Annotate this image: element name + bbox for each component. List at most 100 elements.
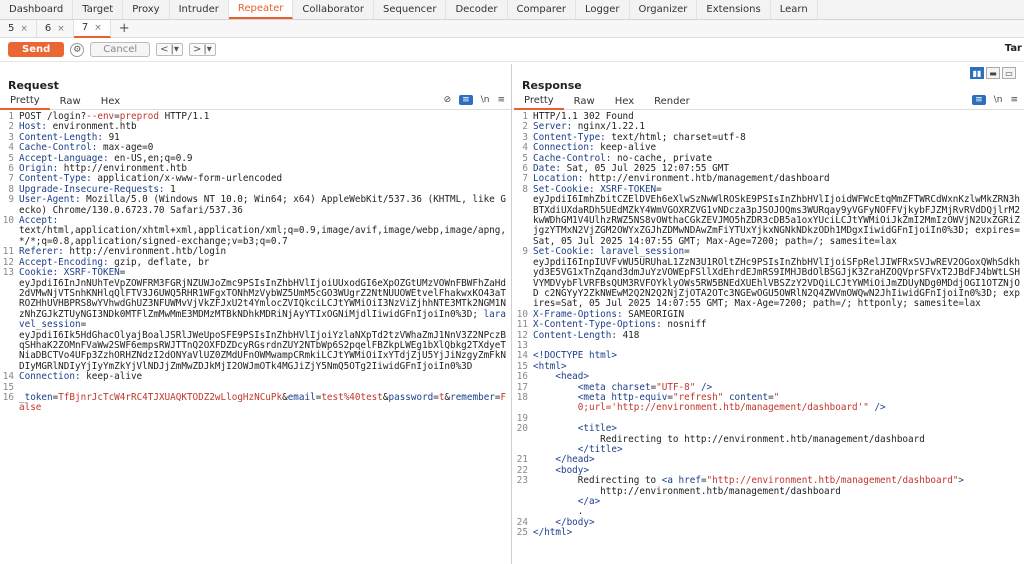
tab-collaborator[interactable]: Collaborator <box>293 0 374 19</box>
response-editor[interactable]: 1 HTTP/1.1 302 Found 2 Server: nginx/1.22.1… <box>514 111 1024 539</box>
code-token: "refresh" <box>672 391 724 403</box>
repeater-tab-label: 6 <box>44 23 52 34</box>
layout-toggle: ▮▮ ▬ ▭ <box>970 67 1016 79</box>
code-token: no-cache, private <box>611 152 713 164</box>
code-token: Cache-Control: <box>533 152 612 164</box>
line-number: 11 <box>516 319 528 331</box>
code-line: 20 <title> Redirecting to http://environ… <box>514 423 1024 455</box>
code-token: "http://environment.htb/management/dashb… <box>706 475 959 487</box>
tab-sequencer[interactable]: Sequencer <box>374 0 447 19</box>
target-label[interactable]: Tar <box>1005 43 1022 54</box>
tab-decoder[interactable]: Decoder <box>446 0 508 19</box>
tab-pretty[interactable]: Pretty <box>514 94 564 110</box>
line-text: <meta http-equiv="refresh" content=" 0;u… <box>531 391 1024 414</box>
history-forward-button[interactable]: > |▾ <box>188 43 216 56</box>
code-token: > <box>958 475 965 487</box>
tab-raw[interactable]: Raw <box>50 94 91 110</box>
code-token: 91 <box>102 131 120 143</box>
tab-raw[interactable]: Raw <box>564 94 605 110</box>
code-line: 18 <meta http-equiv="refresh" content=" … <box>514 391 1024 414</box>
code-token: http://environment.htb/management/dashbo… <box>583 173 830 185</box>
tab-repeater[interactable]: Repeater <box>228 0 294 19</box>
code-token: environment.htb <box>47 121 137 133</box>
tab-comparer[interactable]: Comparer <box>508 0 577 19</box>
code-token: keep-alive <box>80 371 143 383</box>
close-icon[interactable]: × <box>57 24 65 34</box>
newline-icon[interactable]: \n <box>481 95 490 105</box>
tab-hex[interactable]: Hex <box>91 94 130 110</box>
repeater-tab-6[interactable]: 6 × <box>37 19 74 38</box>
code-token: password <box>388 391 434 403</box>
code-token: laravel_session <box>600 246 685 258</box>
inspector-icon[interactable]: ≡ <box>459 95 473 105</box>
menu-icon[interactable]: ≡ <box>1010 95 1018 105</box>
code-token: Redirecting to <box>533 475 662 487</box>
tab-render[interactable]: Render <box>644 94 700 110</box>
tab-logger[interactable]: Logger <box>576 0 630 19</box>
tab-learn[interactable]: Learn <box>771 0 818 19</box>
layout-tabs-icon[interactable]: ▭ <box>1002 67 1016 79</box>
code-line: 10 Accept: text/html,application/xhtml+xm… <box>0 215 511 247</box>
code-token: email <box>287 391 316 403</box>
code-line: 16 _token=TfBjnrJcTcW4rRC4TJXUAQKTODZ2wLl… <box>0 391 511 414</box>
code-token: Origin: <box>19 163 59 175</box>
line-text: <html> <box>531 361 1024 372</box>
line-number: 18 <box>516 391 528 403</box>
newline-icon[interactable]: \n <box>994 95 1003 105</box>
line-number: 14 <box>2 371 14 383</box>
code-token: HTTP/1.1 302 Found <box>533 111 634 122</box>
code-token: . <box>577 506 584 518</box>
code-token: Connection: <box>19 371 81 383</box>
code-token: max-age=0 <box>97 142 154 154</box>
tab-pretty[interactable]: Pretty <box>0 94 50 110</box>
code-token: Set-Cookie: <box>533 246 595 258</box>
code-token: Upgrade-Insecure-Requests: <box>19 183 165 195</box>
gear-icon[interactable]: ⚙ <box>70 42 85 57</box>
repeater-tab-5[interactable]: 5 × <box>0 19 37 38</box>
tab-hex[interactable]: Hex <box>605 94 644 110</box>
code-token: Location: <box>533 173 584 185</box>
code-token: XSRF-TOKEN <box>63 267 120 279</box>
code-token: X-Content-Type-Options: <box>533 319 662 331</box>
repeater-tab-7[interactable]: 7 × <box>73 19 111 38</box>
code-token: Content-Type: <box>19 173 92 185</box>
tab-proxy[interactable]: Proxy <box>123 0 170 19</box>
layout-horizontal-icon[interactable]: ▬ <box>986 67 1000 79</box>
code-token: Referer: <box>19 246 64 258</box>
layout-split-icon[interactable]: ▮▮ <box>970 67 984 79</box>
inspector-icon[interactable]: ≡ <box>972 95 986 105</box>
code-token: Cache-Control: <box>19 142 98 154</box>
send-button[interactable]: Send <box>8 42 65 57</box>
code-line: 9 Set-Cookie: laravel_session= eyJpdiI6In… <box>514 246 1024 310</box>
main-tab-bar: Dashboard Target Proxy Intruder Repeater Coll… <box>0 0 1024 20</box>
eye-off-icon[interactable]: ⊘ <box>444 95 452 105</box>
code-token: href <box>678 475 701 487</box>
tab-target[interactable]: Target <box>73 0 124 19</box>
close-icon[interactable]: × <box>20 24 28 34</box>
tab-extensions[interactable]: Extensions <box>697 0 771 19</box>
add-tab-button[interactable]: + <box>111 21 138 36</box>
code-token: TfBjnrJcTcW4rRC4TJXUAQKTODZ2wLlogHzNCuPk <box>58 391 283 403</box>
menu-icon[interactable]: ≡ <box>497 95 505 105</box>
code-token: </head> <box>555 454 595 466</box>
close-icon[interactable]: × <box>94 23 102 33</box>
request-editor[interactable]: 1 POST /login?--env=preprod HTTP/1.1 2 Host… <box>0 111 511 414</box>
code-token: http://environment.htb/login <box>63 246 227 258</box>
line-text: <!DOCTYPE html> <box>531 351 1024 361</box>
response-title: Response <box>522 79 582 92</box>
tab-intruder[interactable]: Intruder <box>170 0 229 19</box>
tab-organizer[interactable]: Organizer <box>630 0 698 19</box>
code-token: gzip, deflate, br <box>108 256 210 268</box>
cancel-button[interactable]: Cancel <box>90 42 151 57</box>
tab-dashboard[interactable]: Dashboard <box>0 0 74 19</box>
code-token: HTTP/1.1 <box>158 111 210 122</box>
code-token: Host: <box>19 121 47 133</box>
chevron-right-icon: > <box>192 44 202 55</box>
code-token: <meta <box>577 391 612 403</box>
history-back-button[interactable]: < |▾ <box>156 43 183 56</box>
